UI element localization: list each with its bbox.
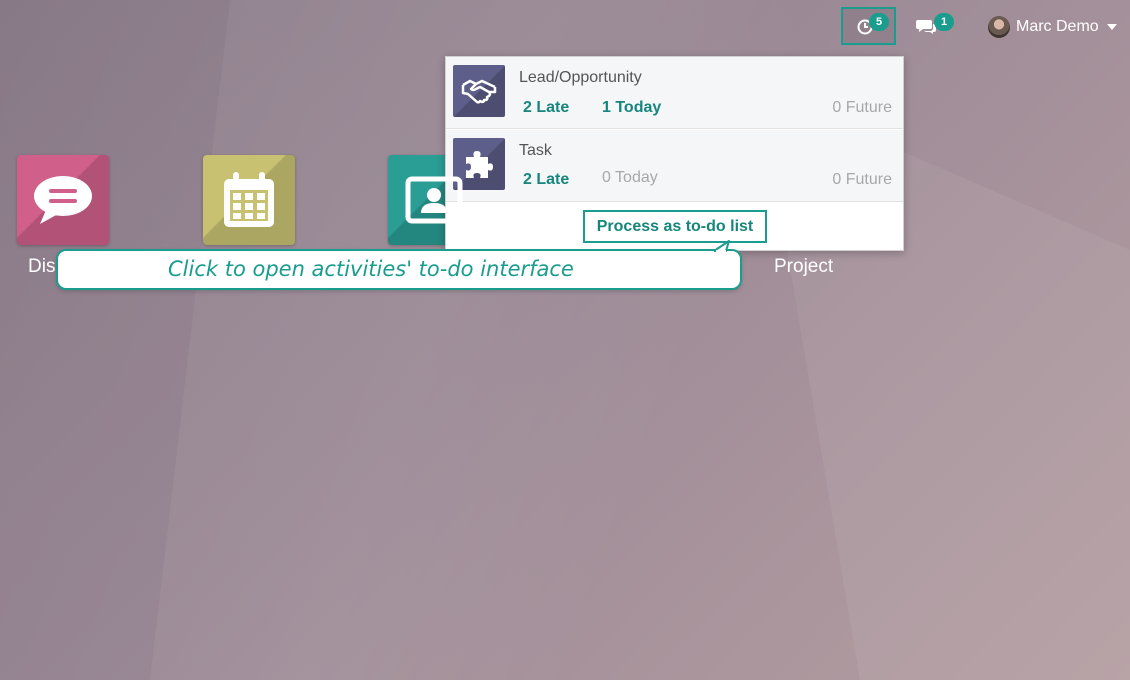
user-menu[interactable]: Marc Demo: [988, 14, 1117, 40]
late-count-link[interactable]: 2 Late: [523, 171, 569, 189]
messaging-menu-button[interactable]: 1: [913, 10, 958, 40]
user-name: Marc Demo: [1016, 18, 1099, 35]
activity-dropdown: Lead/Opportunity 2 Late 1 Today 0 Future…: [445, 56, 904, 251]
caret-down-icon: [1106, 24, 1117, 30]
today-count-link[interactable]: 1 Today: [602, 99, 661, 117]
avatar: [988, 16, 1010, 38]
activity-menu-button[interactable]: 5: [841, 7, 896, 45]
activity-model-name: Task: [519, 142, 552, 159]
tooltip-text: Click to open activities' to-do interfac…: [168, 257, 574, 281]
tooltip-pointer: [714, 240, 730, 252]
process-todo-button[interactable]: Process as to-do list: [583, 210, 767, 243]
contact-card-icon: [405, 176, 463, 224]
late-count-link[interactable]: 2 Late: [523, 99, 569, 117]
top-navbar: 5 1 Marc Demo: [0, 0, 1130, 50]
chat-icon: [916, 20, 936, 34]
future-count-link[interactable]: 0 Future: [832, 99, 892, 117]
activity-group-lead[interactable]: Lead/Opportunity 2 Late 1 Today 0 Future: [446, 57, 903, 129]
today-count-link[interactable]: 0 Today: [602, 169, 658, 187]
app-label-discuss[interactable]: Dis: [28, 256, 55, 278]
tour-tooltip: Click to open activities' to-do interfac…: [56, 249, 742, 290]
handshake-icon: [453, 65, 505, 117]
app-discuss[interactable]: [17, 155, 109, 245]
activity-model-name: Lead/Opportunity: [519, 69, 642, 86]
app-label-project[interactable]: Project: [774, 256, 833, 278]
activity-count-badge: 5: [869, 13, 889, 31]
calendar-icon: [224, 172, 274, 227]
activity-group-task[interactable]: Task 2 Late 0 Today 0 Future: [446, 130, 903, 202]
future-count-link[interactable]: 0 Future: [832, 171, 892, 189]
chat-bubble-icon: [34, 176, 92, 224]
message-count-badge: 1: [934, 13, 954, 31]
app-calendar[interactable]: [203, 155, 295, 245]
